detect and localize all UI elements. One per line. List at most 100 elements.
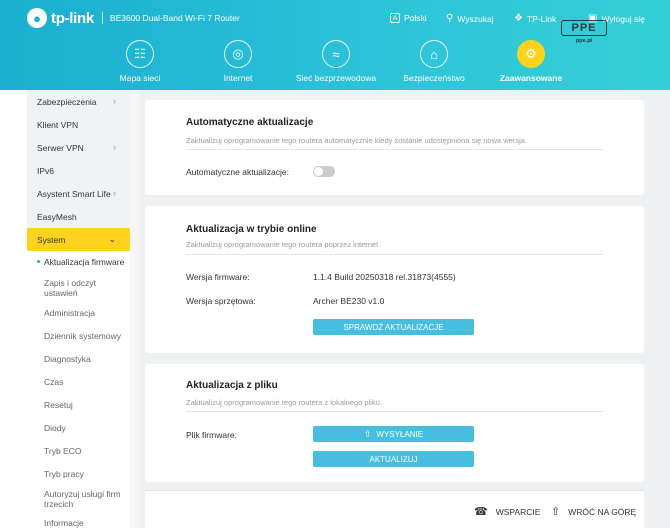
subitem-administration[interactable]: Administracja xyxy=(44,308,130,318)
nav-label: Zaawansowane xyxy=(499,73,563,83)
sidebar-item-system[interactable]: System ⌄ xyxy=(27,228,130,251)
check-updates-button[interactable]: SPRAWDŹ AKTUALIZACJE xyxy=(313,319,474,335)
tplink-id-label: TP-Link xyxy=(526,13,557,24)
headset-icon: ☎ xyxy=(474,506,488,518)
sidebar-item-vpn-client[interactable]: Klient VPN xyxy=(27,113,130,136)
language-icon: A xyxy=(390,13,400,23)
chevron-down-icon: ⌄ xyxy=(108,234,116,244)
subitem-label: Administracja xyxy=(44,308,96,318)
firmware-file-label: Plik firmware: xyxy=(186,430,238,440)
sidebar-item-security[interactable]: Zabezpieczenia › xyxy=(27,90,130,113)
subitem-third-party-auth[interactable]: Autoryzuj usługi firm trzecich xyxy=(44,489,130,509)
panel-description: Zaktualizuj oprogramowanie tego routera … xyxy=(186,136,528,145)
subitem-firmware-update[interactable]: Aktualizacja firmware xyxy=(37,257,130,267)
subitem-label: Aktualizacja firmware xyxy=(44,257,125,267)
support-label: WSPARCIE xyxy=(495,506,541,517)
panel-description: Zaktualizuj oprogramowanie tego routera … xyxy=(186,240,381,249)
subitem-label: Diagnostyka xyxy=(44,354,91,364)
subitem-leds[interactable]: Diody xyxy=(44,423,130,433)
subitem-label: Informacje xyxy=(44,518,84,528)
logo-text: tp-link xyxy=(51,9,94,27)
subitem-reset[interactable]: Resetuj xyxy=(44,400,130,410)
chevron-right-icon: › xyxy=(113,188,116,198)
nav-security[interactable]: ⌂ Bezpieczeństwo xyxy=(389,40,479,83)
logo-divider xyxy=(101,12,103,24)
nav-label: Mapa sieci xyxy=(119,73,161,83)
subitem-label: Dziennik systemowy xyxy=(44,331,121,341)
back-to-top-label: WRÓĆ NA GÓRĘ xyxy=(568,506,637,517)
panel-title: Aktualizacja w trybie online xyxy=(186,224,317,235)
language-selector[interactable]: A Polski xyxy=(390,13,427,23)
sidebar-item-label: EasyMesh xyxy=(37,211,77,222)
subitem-backup-restore[interactable]: Zapis i odczyt ustawień xyxy=(44,278,130,298)
subitem-about[interactable]: Informacje xyxy=(44,518,130,528)
tplink-id-button[interactable]: ❖ TP-Link xyxy=(514,13,556,24)
panel-description: Zaktualizuj oprogramowanie tego routera … xyxy=(186,398,382,407)
search-button[interactable]: ⚲ Wyszukaj xyxy=(446,13,494,24)
update-button[interactable]: AKTUALIZUJ xyxy=(313,451,474,467)
active-dot xyxy=(37,260,40,263)
search-icon: ⚲ xyxy=(446,13,454,24)
subitem-operation-mode[interactable]: Tryb pracy xyxy=(44,469,130,479)
tplink-logo-icon: ● xyxy=(27,8,47,28)
subitem-label: Tryb ECO xyxy=(44,446,82,456)
subitem-diagnostics[interactable]: Diagnostyka xyxy=(44,354,130,364)
sidebar-item-label: Zabezpieczenia xyxy=(37,96,97,107)
upload-icon: ⇧ xyxy=(363,428,372,439)
nav-label: Sieć bezprzewodowa xyxy=(295,73,377,83)
subitem-label: Zapis i odczyt ustawień xyxy=(44,278,96,298)
support-link[interactable]: ☎ WSPARCIE xyxy=(474,505,540,518)
firmware-version-label: Wersja firmware: xyxy=(186,272,250,282)
subitem-label: Resetuj xyxy=(44,400,73,410)
auto-update-label: Automatyczne aktualizacje: xyxy=(186,167,289,177)
sidebar-item-label: Asystent Smart Life xyxy=(37,188,111,199)
nav-label: Internet xyxy=(223,73,253,83)
language-label: Polski xyxy=(404,13,427,23)
subitem-label: Autoryzuj usługi firm trzecich xyxy=(44,489,121,509)
watermark-logo: PPE xyxy=(561,20,607,36)
back-to-top-link[interactable]: ⇧ WRÓĆ NA GÓRĘ xyxy=(551,505,636,518)
auto-update-toggle[interactable] xyxy=(313,166,335,177)
subitem-label: Diody xyxy=(44,423,66,433)
nav-wireless[interactable]: ≈ Sieć bezprzewodowa xyxy=(291,40,381,83)
divider xyxy=(186,411,603,412)
online-update-panel: Aktualizacja w trybie online Zaktualizuj… xyxy=(145,206,644,353)
chevron-right-icon: › xyxy=(113,96,116,106)
sidebar-item-ipv6[interactable]: IPv6 xyxy=(27,159,130,182)
sidebar-item-label: Serwer VPN xyxy=(37,142,84,153)
panel-title: Automatyczne aktualizacje xyxy=(186,117,314,128)
wifi-icon: ≈ xyxy=(322,40,350,68)
tplink-id-icon: ❖ xyxy=(514,13,523,24)
top-header: ● tp-link BE3600 Dual-Band Wi-Fi 7 Route… xyxy=(0,0,670,90)
footer: ☎ WSPARCIE ⇧ WRÓĆ NA GÓRĘ xyxy=(145,490,644,528)
chevron-right-icon: › xyxy=(113,142,116,152)
subitem-system-log[interactable]: Dziennik systemowy xyxy=(44,331,130,341)
home-shield-icon: ⌂ xyxy=(420,40,448,68)
subitem-label: Tryb pracy xyxy=(44,469,84,479)
sidebar-item-vpn-server[interactable]: Serwer VPN › xyxy=(27,136,130,159)
subitem-time[interactable]: Czas xyxy=(44,377,130,387)
nav-internet[interactable]: ◎ Internet xyxy=(193,40,283,83)
sidebar: Zabezpieczenia › Klient VPN Serwer VPN ›… xyxy=(0,90,140,528)
auto-update-panel: Automatyczne aktualizacje Zaktualizuj op… xyxy=(145,100,644,195)
search-label: Wyszukaj xyxy=(457,13,494,24)
panel-title: Aktualizacja z pliku xyxy=(186,380,278,391)
nav-network-map[interactable]: ☷ Mapa sieci xyxy=(95,40,185,83)
upload-button-label: WYSYŁANIE xyxy=(376,429,424,439)
gear-icon: ⚙ xyxy=(517,40,545,68)
subitem-eco-mode[interactable]: Tryb ECO xyxy=(44,446,130,456)
network-map-icon: ☷ xyxy=(126,40,154,68)
sidebar-item-easymesh[interactable]: EasyMesh xyxy=(27,205,130,228)
sidebar-item-smart-life[interactable]: Asystent Smart Life › xyxy=(27,182,130,205)
hardware-version-label: Wersja sprzętowa: xyxy=(186,296,256,306)
arrow-up-circle-icon: ⇧ xyxy=(551,506,561,518)
upload-button[interactable]: ⇧ WYSYŁANIE xyxy=(313,426,474,442)
tplink-logo[interactable]: ● tp-link BE3600 Dual-Band Wi-Fi 7 Route… xyxy=(27,8,240,28)
subitem-label: Czas xyxy=(44,377,64,387)
router-model: BE3600 Dual-Band Wi-Fi 7 Router xyxy=(109,13,240,23)
sidebar-item-label: Klient VPN xyxy=(37,119,79,130)
sidebar-scrollbar[interactable] xyxy=(130,90,140,528)
sidebar-item-label: System xyxy=(37,234,66,245)
nav-advanced[interactable]: ⚙ Zaawansowane xyxy=(486,40,576,83)
firmware-version-value: 1.1.4 Build 20250318 rel.31873(4555) xyxy=(313,272,456,282)
